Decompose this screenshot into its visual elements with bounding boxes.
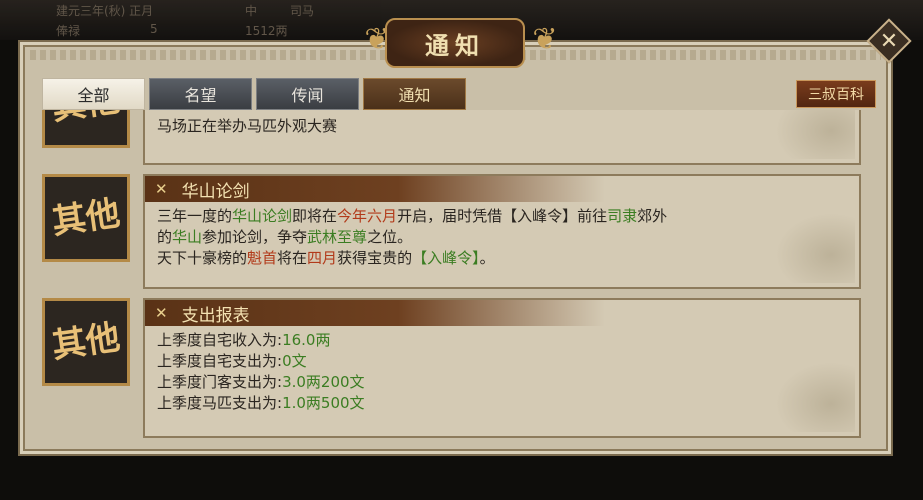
category-badge: 其他 [42,298,130,386]
mountain-decoration [775,362,855,432]
card-title: 华山论剑 [181,181,250,202]
background-text: 5 [150,22,158,36]
tab-reputation[interactable]: 名望 [149,78,252,110]
background-text: 中 [245,4,258,18]
crossed-swords-icon: ✕ [155,180,168,198]
message-text: 马场正在举办马匹外观大赛 [157,117,338,135]
card-header: ✕ 华山论剑 [145,176,605,202]
tab-rumors[interactable]: 传闻 [256,78,359,110]
card-header: ✕ 支出报表 [145,300,605,326]
category-badge: 其他 [42,174,130,262]
tab-notices[interactable]: 通知 [363,78,466,110]
background-text: 司马 [290,4,315,18]
dragon-ornament-icon: ❦ [532,22,558,57]
close-button[interactable]: ✕ [866,18,912,64]
mountain-decoration [775,213,855,283]
tab-all[interactable]: 全部 [42,78,145,110]
message-body: 三年一度的华山论剑即将在今年六月开启，届时凭借【入峰令】前往司隶郊外 的华山参加… [157,206,667,269]
tab-bar: 全部 名望 传闻 通知 [42,78,466,110]
message-line: 三年一度的华山论剑即将在今年六月开启，届时凭借【入峰令】前往司隶郊外 [157,207,668,225]
mountain-decoration [775,110,855,159]
message-card: ✕ 支出报表 上季度自宅收入为:16.0两 上季度自宅支出为:0文 上季度门客支… [143,298,861,438]
background-date: 建元三年(秋) 正月 [56,4,154,18]
window-title-plaque: 通知 [385,18,525,68]
window-title: 通知 [425,30,485,60]
message-line: 天下十豪榜的魁首将在四月获得宝贵的【入峰令】。 [157,249,495,267]
message-card: ✕ 华山论剑 三年一度的华山论剑即将在今年六月开启，届时凭借【入峰令】前往司隶郊… [143,174,861,289]
background-text: 俸禄 [56,24,81,38]
category-badge: 其他 [42,110,130,148]
message-line: 的华山参加论剑，争夺武林至尊之位。 [157,228,413,246]
background-text: 1512两 [245,24,288,38]
report-row: 上季度自宅支出为:0文 [157,352,307,370]
close-icon: ✕ [879,28,899,54]
message-card: 马场正在举办马匹外观大赛 [143,110,861,165]
report-row: 上季度马匹支出为:1.0两500文 [157,394,365,412]
report-row: 上季度门客支出为:3.0两200文 [157,373,365,391]
report-body: 上季度自宅收入为:16.0两 上季度自宅支出为:0文 上季度门客支出为:3.0两… [157,330,365,414]
report-row: 上季度自宅收入为:16.0两 [157,331,331,349]
crossed-swords-icon: ✕ [155,304,168,322]
card-title: 支出报表 [181,305,250,326]
wiki-button[interactable]: 三叔百科 [796,80,876,108]
message-list[interactable]: 其他 马场正在举办马匹外观大赛 其他 ✕ 华山论剑 三年一度的华山论剑即将在今年… [40,110,862,440]
